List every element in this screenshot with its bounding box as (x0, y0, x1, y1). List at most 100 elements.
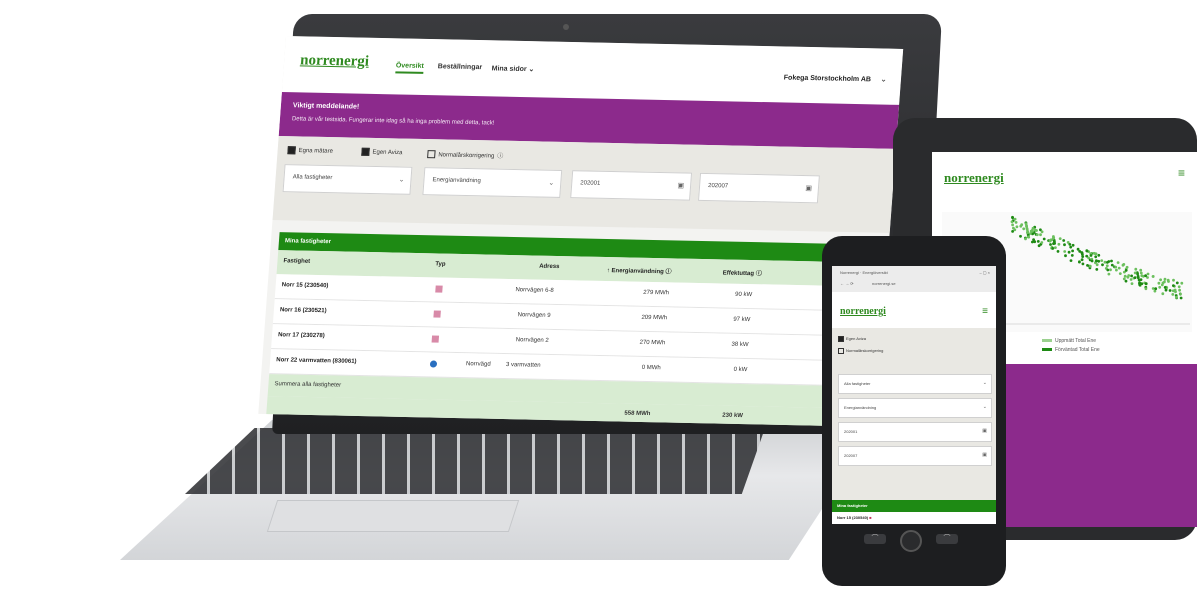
scatter-point (1085, 254, 1089, 258)
laptop-keyboard (185, 428, 765, 494)
scatter-point (1134, 267, 1138, 271)
organization-selector[interactable]: Fokega Storstockholm AB (784, 74, 872, 83)
banner-text: Detta är vår testsida. Fungerar inte ida… (291, 116, 495, 127)
property-energy: 270 MWh (639, 339, 666, 347)
own-meter-checkbox[interactable]: Egna mätare (287, 146, 333, 155)
column-property[interactable]: Fastighet (283, 258, 310, 265)
browser-toolbar: Norrenergi · Energiöversikt ← → ⟳ norren… (832, 266, 996, 292)
brand-logo[interactable]: norrenergi (944, 170, 1004, 186)
scatter-point (1027, 235, 1031, 239)
scatter-point (1118, 272, 1122, 275)
scatter-point (1140, 282, 1144, 286)
property-name[interactable]: Norr 22 varmvatten (830061) (276, 357, 357, 365)
scatter-point (1168, 289, 1172, 292)
scatter-point (1080, 258, 1084, 262)
end-call-button-icon[interactable]: ⌒ (936, 534, 958, 544)
scatter-point (1042, 237, 1046, 241)
building-icon (431, 335, 440, 343)
banner-title: Viktigt meddelande! (292, 102, 360, 111)
metric-select-value: Energianvändning (844, 405, 877, 410)
table-row[interactable]: Norr 15 (230540) ■ (832, 512, 996, 524)
checkbox-unchecked-icon[interactable] (838, 348, 844, 354)
scatter-point (1069, 259, 1073, 262)
calendar-icon[interactable]: ▣ (982, 452, 987, 458)
scatter-point (1161, 292, 1165, 296)
property-address: 3 varmvatten (505, 362, 541, 369)
total-power: 230 kW (722, 412, 744, 420)
nav-item-overview[interactable]: Översikt (395, 62, 425, 74)
summary-label[interactable]: Summera alla fastigheter (274, 381, 341, 388)
date-to-input[interactable]: 202007 ▣ (838, 446, 992, 466)
legend-item: Förväntad Total Ene (1055, 347, 1100, 353)
property-name[interactable]: Norr 17 (230278) (278, 332, 325, 339)
brand-logo[interactable]: norrenergi (840, 306, 886, 317)
scatter-point (1163, 286, 1167, 289)
home-button[interactable] (900, 530, 922, 552)
checkbox-checked-icon[interactable] (287, 146, 296, 155)
own-meter-label: Egna mätare (298, 147, 334, 155)
address-bar[interactable]: norrenergi.se (872, 281, 896, 286)
checkbox-checked-icon[interactable] (838, 336, 844, 342)
scatter-point (1089, 254, 1093, 257)
normal-year-checkbox[interactable]: Normalårskorrigering (838, 348, 883, 354)
column-power[interactable]: Effektuttag ⓘ (722, 267, 762, 277)
filter-fields: Alla fastigheter ⌄ Energianvändning ⌄ 2020… (832, 364, 996, 504)
browser-nav-icons[interactable]: ← → ⟳ (840, 281, 854, 286)
scatter-point (1129, 278, 1133, 281)
calendar-icon[interactable]: ▣ (982, 428, 987, 434)
scatter-point (1103, 260, 1107, 264)
column-address[interactable]: Adress (539, 264, 560, 270)
scatter-point (1171, 289, 1175, 293)
property-power: 0 kW (733, 366, 748, 374)
scatter-point (1035, 229, 1038, 232)
scatter-point (1179, 292, 1182, 296)
date-to-input[interactable]: 202007 ▣ (698, 172, 820, 204)
call-button-icon[interactable]: ⌒ (864, 534, 886, 544)
metric-select[interactable]: Energianvändning ⌄ (838, 398, 992, 418)
nav-item-orders[interactable]: Beställningar (438, 63, 483, 71)
date-to-value: 202007 (844, 453, 858, 458)
hamburger-menu-icon[interactable]: ≡ (982, 306, 988, 317)
date-from-input[interactable]: 202001 ▣ (570, 170, 693, 201)
metric-select[interactable]: Energianvändning ⌄ (422, 167, 563, 198)
scatter-point (1180, 281, 1184, 285)
own-fuel-checkbox[interactable]: Egen Aviza (838, 336, 866, 342)
properties-select[interactable]: Alla fastigheter ⌄ (282, 164, 413, 195)
chevron-down-icon[interactable]: ⌄ (880, 75, 887, 84)
property-name[interactable]: Norr 15 (230540) (282, 282, 329, 289)
scatter-point (1105, 264, 1109, 268)
scatter-point (1154, 287, 1158, 291)
scatter-point (1024, 237, 1027, 241)
properties-select[interactable]: Alla fastigheter ⌄ (838, 374, 992, 394)
scatter-point (1172, 284, 1175, 287)
property-name[interactable]: Norr 15 (230540) (837, 515, 868, 520)
window-controls-icon[interactable]: – ▢ × (979, 270, 990, 275)
scatter-point (1123, 274, 1127, 278)
checkbox-checked-icon[interactable] (361, 147, 370, 156)
total-energy: 558 MWh (624, 410, 651, 418)
nav-item-my-pages[interactable]: Mina sidor ⌄ (491, 64, 534, 73)
help-icon[interactable]: ⓘ (665, 269, 671, 275)
column-energy[interactable]: ↑ Energianvändning ⓘ (607, 265, 672, 275)
own-fuel-label: Egen Aviza (372, 149, 403, 157)
normal-year-label: Normalårskorrigering (846, 348, 884, 354)
calendar-icon[interactable]: ▣ (677, 181, 684, 189)
calendar-icon[interactable]: ▣ (805, 184, 812, 192)
chevron-down-icon: ⌄ (548, 179, 555, 187)
scatter-point (1071, 243, 1075, 247)
own-fuel-checkbox[interactable]: Egen Aviza (361, 147, 403, 157)
normal-year-checkbox[interactable]: Normalårskorrigering ⓘ (427, 149, 504, 160)
checkbox-unchecked-icon[interactable] (427, 150, 436, 159)
scatter-point (1081, 253, 1084, 256)
scatter-point (1159, 278, 1162, 282)
help-icon[interactable]: ⓘ (755, 271, 761, 277)
scatter-point (1124, 269, 1128, 272)
laptop-screen: norrenergi Översikt Beställningar Mina s… (258, 36, 904, 427)
browser-tab[interactable]: Norrenergi · Energiöversikt (840, 270, 888, 275)
date-from-input[interactable]: 202001 ▣ (838, 422, 992, 442)
property-name[interactable]: Norr 16 (230521) (280, 307, 327, 314)
brand-logo[interactable]: norrenergi (300, 52, 370, 70)
column-type[interactable]: Typ (435, 261, 446, 267)
help-icon[interactable]: ⓘ (497, 154, 503, 160)
hamburger-menu-icon[interactable]: ≡ (1178, 166, 1185, 180)
